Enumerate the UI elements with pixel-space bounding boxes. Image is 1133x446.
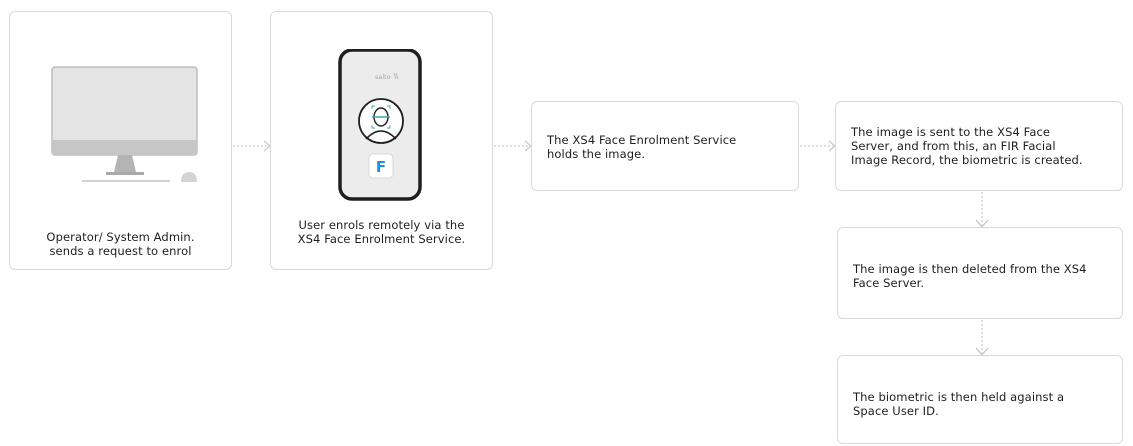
step-deleted-text: The image is then deleted from the XS4 F… <box>853 262 1087 290</box>
step-operator-card: Operator/ System Admin. sends a request … <box>9 11 232 270</box>
step-held-against-card: The biometric is then held against a Spa… <box>837 355 1123 444</box>
desktop-monitor-icon <box>51 66 198 182</box>
dotted-arrow-icon <box>975 320 989 356</box>
step-user-enrol-card: salto F User enrols remotely via the XS4… <box>270 11 493 270</box>
step-sent-to-server-card: The image is sent to the XS4 Face Server… <box>835 101 1123 191</box>
step-user-enrol-text: User enrols remotely via the XS4 Face En… <box>297 218 466 246</box>
dotted-arrow-icon <box>800 140 836 152</box>
smartphone-icon: salto F <box>338 49 422 201</box>
step-service-holds-text: The XS4 Face Enrolment Service holds the… <box>547 133 737 161</box>
svg-text:F: F <box>376 158 386 176</box>
step-operator-text: Operator/ System Admin. sends a request … <box>46 230 195 258</box>
dotted-arrow-icon <box>975 192 989 228</box>
face-scan-icon <box>358 98 404 144</box>
phone-brand-text: salto <box>375 73 391 81</box>
dotted-arrow-icon <box>233 140 271 152</box>
step-deleted-card: The image is then deleted from the XS4 F… <box>837 227 1123 319</box>
step-service-holds-card: The XS4 Face Enrolment Service holds the… <box>531 101 799 191</box>
dotted-arrow-icon <box>494 140 532 152</box>
step-sent-to-server-text: The image is sent to the XS4 Face Server… <box>851 125 1083 167</box>
app-f-icon: F <box>368 153 394 179</box>
step-held-against-text: The biometric is then held against a Spa… <box>853 390 1065 418</box>
